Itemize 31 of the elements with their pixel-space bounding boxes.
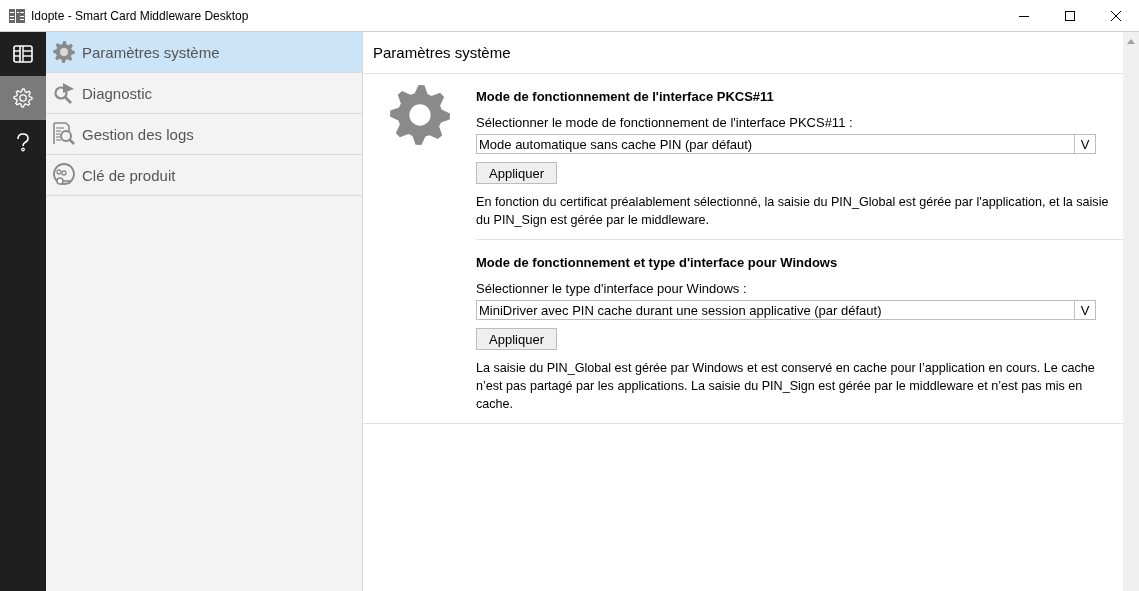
settings-tab[interactable]	[0, 76, 46, 120]
apply-button[interactable]: Appliquer	[476, 162, 557, 184]
dropdown-field[interactable]: Mode automatique sans cache PIN (par défaut) V	[476, 134, 1096, 154]
sidebar-item[interactable]: Diagnostic	[46, 73, 362, 114]
close-icon	[1111, 10, 1121, 21]
dropdown-arrow-button[interactable]: V	[1074, 135, 1095, 153]
field-label: Sélectionner le mode de fonctionnement de l'interface PKCS#11 :	[476, 115, 854, 130]
field-label: Sélectionner le type d'interface pour Windows :	[476, 281, 748, 296]
card-icon	[13, 44, 33, 64]
scroll-up-icon	[1127, 39, 1135, 44]
section-heading: Mode de fonctionnement de l'interface PKCS#11	[476, 89, 775, 104]
settings-icon	[13, 88, 33, 108]
section-heading: Mode de fonctionnement et type d'interface pour Windows	[476, 255, 839, 270]
document-magnifier-icon	[52, 122, 76, 146]
window-title: Idopte - Smart Card Middleware Desktop	[31, 8, 249, 23]
sidebar-item[interactable]: Paramètres système	[46, 32, 362, 73]
flag-magnifier-icon	[52, 81, 76, 105]
apply-button[interactable]: Appliquer	[476, 328, 557, 350]
gear-icon	[388, 84, 451, 146]
sidebar-item[interactable]: Gestion des logs	[46, 114, 362, 155]
page-heading: Paramètres système	[363, 32, 1123, 74]
description-text: La saisie du PIN_Global est gérée par Windows et est conservé en cache pour l’application en cours. Le cache n’est pas partagé par les applications. La saisie du PIN_Sign est gérée par le middleware et n’est pas mis en cache.	[476, 360, 1096, 413]
app-logo-icon	[9, 8, 25, 23]
sidebar-item[interactable]: Clé de produit	[46, 155, 362, 196]
scrollbar[interactable]	[1123, 32, 1139, 591]
dropdown-field[interactable]: MiniDriver avec PIN cache durant une session applicative (par défaut) V	[476, 300, 1096, 320]
description-text: En fonction du certificat préalablement sélectionné, la saisie du PIN_Global est gérée par l'application, et la saisie du PIN_Sign est gérée par le middleware.	[476, 194, 1110, 229]
dropdown-arrow-button[interactable]: V	[1074, 301, 1095, 319]
gear-icon	[52, 40, 76, 64]
disc-key-icon	[52, 163, 76, 187]
maximize-icon	[1065, 10, 1075, 21]
